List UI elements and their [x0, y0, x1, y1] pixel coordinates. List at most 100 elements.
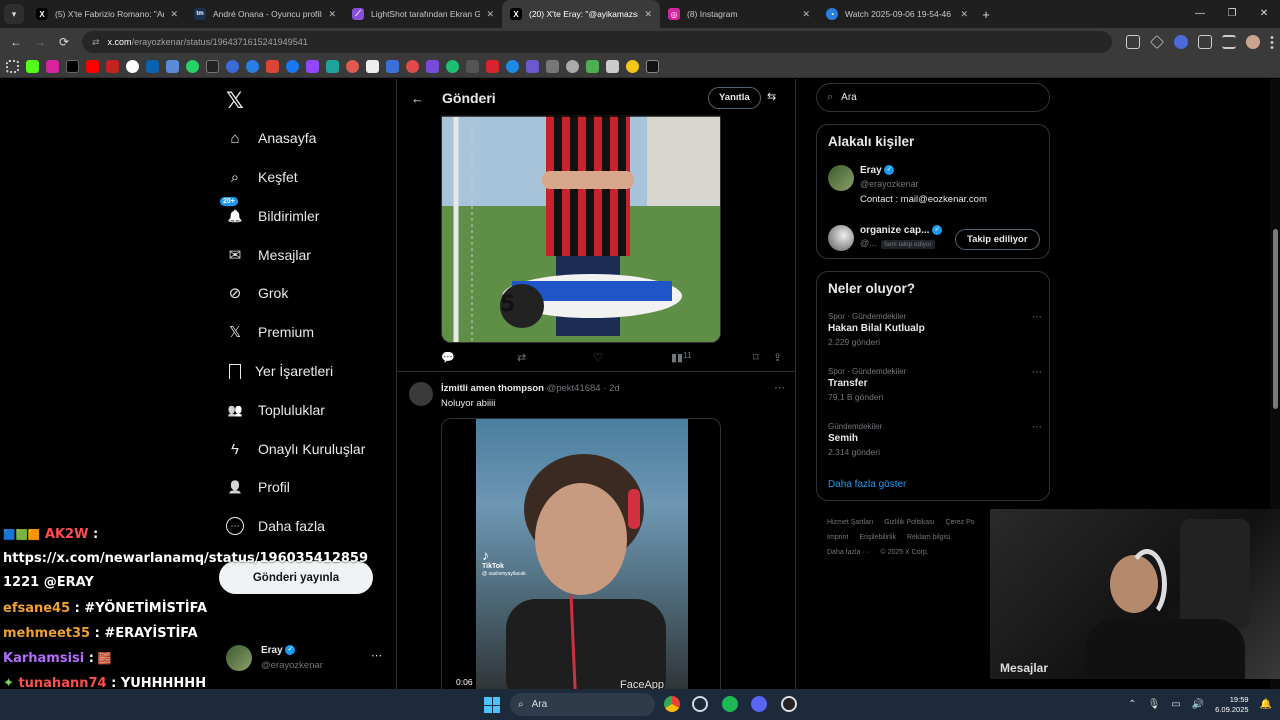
- footer-link[interactable]: Çerez Po: [945, 519, 974, 526]
- profile-avatar[interactable]: [1246, 35, 1260, 49]
- nav-item-verified-orgs[interactable]: ϟ Onaylı Kuruluşlar: [226, 434, 365, 464]
- bookmark-icon[interactable]: [506, 60, 519, 73]
- maximize-button[interactable]: ❐: [1216, 0, 1248, 28]
- bookmark-icon[interactable]: [166, 60, 179, 73]
- bookmark-instagram-icon[interactable]: [46, 60, 59, 73]
- volume-icon[interactable]: 🔊: [1192, 699, 1204, 710]
- bookmark-icon[interactable]: [406, 60, 419, 73]
- discord-icon[interactable]: [751, 696, 767, 712]
- footer-link[interactable]: Imprint: [827, 534, 848, 541]
- bookmark-icon[interactable]: [426, 60, 439, 73]
- nav-item-communities[interactable]: 👥 Topluluklar: [226, 395, 325, 425]
- browser-tab[interactable]: ◔ Watch 2025-09-06 19-54-46 | S ✕: [818, 0, 976, 28]
- tab-close-icon[interactable]: ✕: [644, 9, 652, 20]
- following-button[interactable]: Takip ediliyor: [955, 229, 1040, 250]
- nav-item-notifications[interactable]: 🔔 20+ Bildirimler: [220, 197, 319, 231]
- bookmark-facebook-icon[interactable]: [286, 60, 299, 73]
- reading-list-icon[interactable]: [1222, 35, 1236, 49]
- relevant-person[interactable]: Eray ✓ @erayozkenar Contact : mail@eozke…: [860, 165, 987, 205]
- search-input[interactable]: ⌕ Ara: [816, 83, 1050, 112]
- share-icon[interactable]: ⇪: [773, 351, 782, 364]
- browser-tab[interactable]: ⟋ LightShot tarafından Ekran Gör ✕: [344, 0, 502, 28]
- bookmark-icon[interactable]: [566, 60, 579, 73]
- tweet-video[interactable]: ♪ TikTok @ sasiismyayilacak 0:06 FaceApp: [441, 418, 721, 689]
- bookmark-youtube-icon[interactable]: [86, 60, 99, 73]
- bookmark-icon[interactable]: [226, 60, 239, 73]
- account-more-icon[interactable]: ⋯: [371, 649, 382, 662]
- bookmark-google-icon[interactable]: [126, 60, 139, 73]
- new-tab-button[interactable]: +: [976, 7, 996, 22]
- bookmark-icon[interactable]: [466, 60, 479, 73]
- bookmark-kick-icon[interactable]: [26, 60, 39, 73]
- tab-close-icon[interactable]: ✕: [960, 9, 968, 20]
- tweet-author[interactable]: İzmitli amen thompson @pekt41684 · 2d: [441, 383, 620, 394]
- site-info-icon[interactable]: ⇄: [92, 37, 100, 48]
- bookmark-icon[interactable]: [366, 60, 379, 73]
- clock[interactable]: 19:59 6.09.2025: [1215, 695, 1248, 715]
- bookmark-icon[interactable]: [646, 60, 659, 73]
- footer-link[interactable]: Erişilebilirlik: [859, 534, 896, 541]
- bookmark-twitch-icon[interactable]: [306, 60, 319, 73]
- filter-sliders-icon[interactable]: ⇆: [767, 90, 776, 103]
- close-window-button[interactable]: ✕: [1248, 0, 1280, 28]
- install-app-icon[interactable]: [1126, 35, 1140, 49]
- tab-search-button[interactable]: ▾: [4, 4, 24, 24]
- footer-link[interactable]: Gizlilik Politikası: [884, 519, 934, 526]
- bookmark-icon[interactable]: [546, 60, 559, 73]
- bookmark-icon[interactable]: [526, 60, 539, 73]
- trend-more-icon[interactable]: ⋯: [1032, 312, 1042, 323]
- star-icon[interactable]: [1150, 35, 1164, 49]
- tweet-more-icon[interactable]: ⋯: [774, 381, 785, 394]
- like-icon[interactable]: ♡: [593, 351, 603, 364]
- bookmark-x-icon[interactable]: [66, 60, 79, 73]
- extensions-puzzle-icon[interactable]: [1198, 35, 1212, 49]
- trend-more-icon[interactable]: ⋯: [1032, 422, 1042, 433]
- taskbar-search[interactable]: ⌕ Ara: [510, 693, 655, 716]
- reply-icon[interactable]: 💬: [441, 351, 455, 364]
- bookmark-gmail-icon[interactable]: [106, 60, 119, 73]
- avatar[interactable]: [409, 382, 433, 406]
- reply-button[interactable]: Yanıtla: [708, 87, 761, 109]
- footer-link[interactable]: Hizmet Şartları: [827, 519, 873, 526]
- network-icon[interactable]: ▭: [1171, 699, 1180, 710]
- relevant-person[interactable]: organize cap... ✓ @... Seni takip ediyor: [860, 225, 943, 249]
- tab-close-icon[interactable]: ✕: [486, 9, 494, 20]
- bookmark-icon[interactable]: [486, 60, 499, 73]
- nav-item-grok[interactable]: ⊘ Grok: [226, 278, 289, 308]
- chrome-icon[interactable]: [664, 696, 680, 712]
- nav-item-more[interactable]: ⋯ Daha fazla: [226, 511, 325, 541]
- show-more-link[interactable]: Daha fazla göster: [828, 479, 906, 490]
- steam-icon[interactable]: [692, 696, 708, 712]
- extension-circle-icon[interactable]: [1174, 35, 1188, 49]
- trend-item[interactable]: Spor · Gündemdekiler Transfer 79,1 B gön…: [828, 367, 906, 402]
- forward-button[interactable]: →: [28, 35, 52, 49]
- reply-tweet[interactable]: İzmitli amen thompson @pekt41684 · 2d ⋯ …: [397, 371, 795, 689]
- bookmark-icon[interactable]: [346, 60, 359, 73]
- tray-overflow-icon[interactable]: ⌃: [1128, 699, 1136, 710]
- browser-tab[interactable]: tm André Onana - Oyuncu profili 2 ✕: [186, 0, 344, 28]
- browser-tab[interactable]: ◎ (8) Instagram ✕: [660, 0, 818, 28]
- reload-button[interactable]: ⟳: [52, 35, 76, 49]
- browser-tab-active[interactable]: X (20) X'te Eray: "@ayikamazsinn ✕: [502, 0, 660, 28]
- tweet-photo[interactable]: 5: [441, 115, 721, 343]
- browser-tab[interactable]: X (5) X'te Fabrizio Romano: "André ✕: [28, 0, 186, 28]
- bookmark-outlook-icon[interactable]: [146, 60, 159, 73]
- account-switcher[interactable]: Eray ✓ @erayozkenar ⋯: [226, 643, 386, 683]
- nav-item-home[interactable]: ⌂ Anasayfa: [226, 123, 316, 153]
- bookmark-icon[interactable]: [446, 60, 459, 73]
- bookmark-icon[interactable]: [586, 60, 599, 73]
- notifications-icon[interactable]: 🔔: [1260, 699, 1272, 710]
- bookmark-icon[interactable]: [626, 60, 639, 73]
- nav-item-messages[interactable]: ✉ Mesajlar: [226, 240, 311, 270]
- avatar[interactable]: [828, 225, 854, 251]
- views-icon[interactable]: ▮▮ 11: [671, 351, 691, 364]
- minimize-button[interactable]: —: [1184, 0, 1216, 28]
- trend-item[interactable]: Spor · Gündemdekiler Hakan Bilal Kutlual…: [828, 312, 925, 347]
- back-arrow-icon[interactable]: ←: [411, 91, 424, 106]
- avatar[interactable]: [828, 165, 854, 191]
- bookmark-icon[interactable]: [326, 60, 339, 73]
- nav-item-profile[interactable]: 👤 Profil: [226, 472, 290, 502]
- tab-close-icon[interactable]: ✕: [802, 9, 810, 20]
- retweet-icon[interactable]: ⇄: [517, 351, 526, 364]
- footer-link[interactable]: Reklam bilgisi: [907, 534, 950, 541]
